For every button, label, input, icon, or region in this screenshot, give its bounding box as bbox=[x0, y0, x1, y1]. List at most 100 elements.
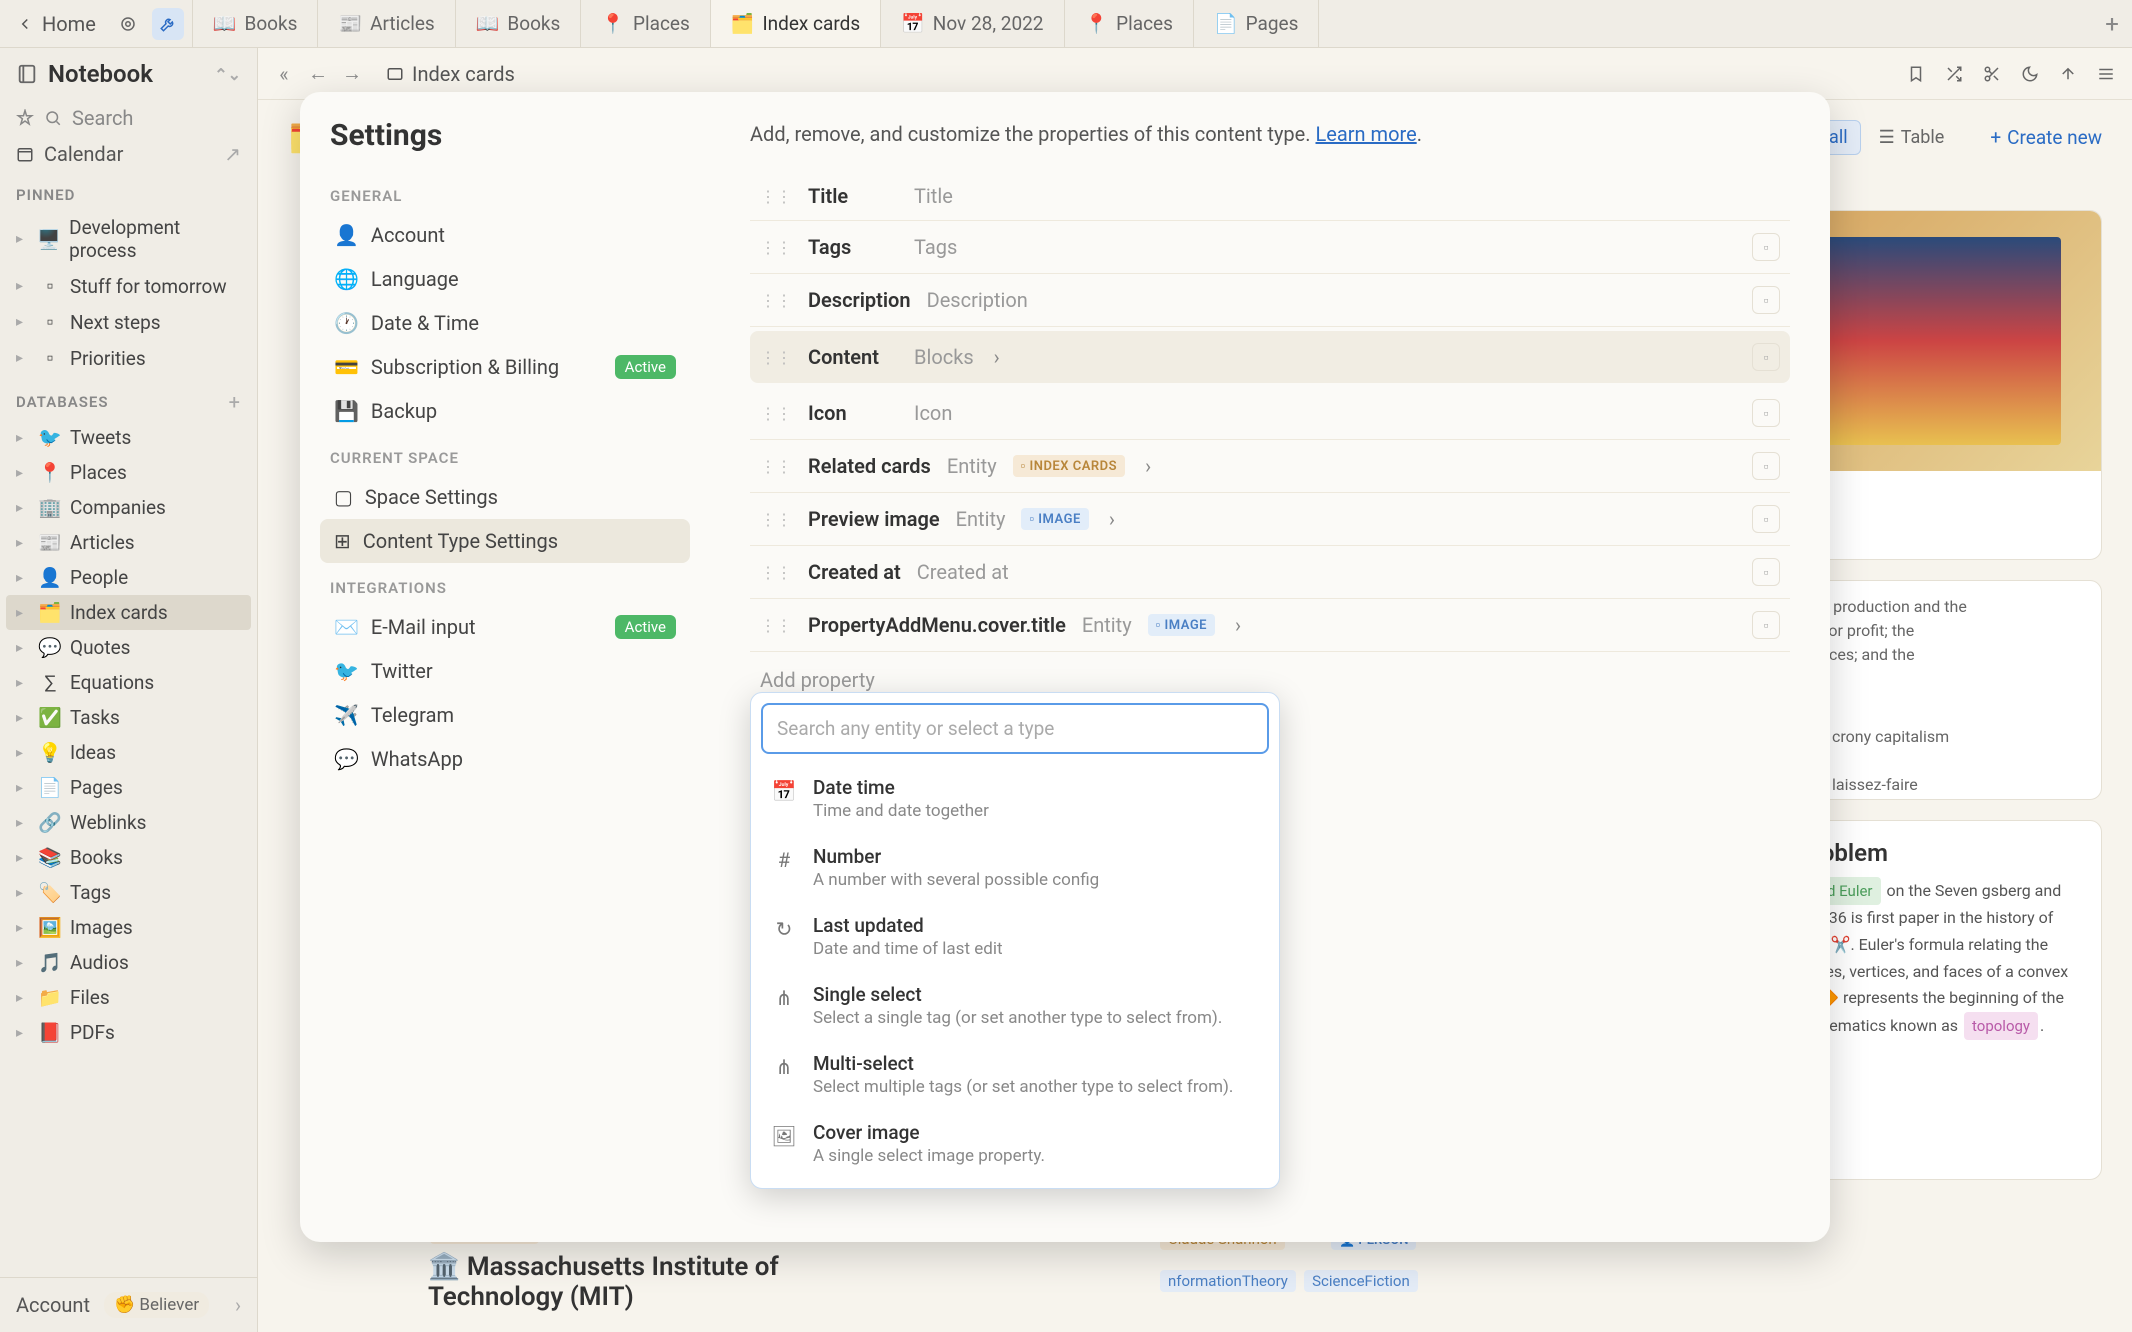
dropdown-item-single-select[interactable]: ⋔ Single select Select a single tag (or … bbox=[761, 971, 1269, 1040]
property-row-preview-image[interactable]: ⋮⋮ Preview image Entity▫ IMAGE›▫ bbox=[750, 493, 1790, 546]
settings-item-telegram[interactable]: ✈️Telegram bbox=[320, 693, 690, 737]
database-item-ideas[interactable]: ▸💡Ideas bbox=[0, 735, 257, 770]
drag-handle-icon[interactable]: ⋮⋮ bbox=[760, 457, 792, 476]
settings-item-date-time[interactable]: 🕐Date & Time bbox=[320, 301, 690, 345]
tab-places[interactable]: 📍Places bbox=[581, 0, 710, 47]
moon-icon[interactable] bbox=[2016, 60, 2044, 88]
drag-handle-icon[interactable]: ⋮⋮ bbox=[760, 563, 792, 582]
database-item-companies[interactable]: ▸🏢Companies bbox=[0, 490, 257, 525]
chevron-right-icon[interactable]: › bbox=[1145, 454, 1151, 478]
chevron-right-icon[interactable]: › bbox=[1109, 507, 1115, 531]
database-item-audios[interactable]: ▸🎵Audios bbox=[0, 945, 257, 980]
delete-property-button[interactable]: ▫ bbox=[1752, 452, 1780, 480]
settings-item-space-settings[interactable]: ▢Space Settings bbox=[320, 475, 690, 519]
delete-property-button[interactable]: ▫ bbox=[1752, 399, 1780, 427]
database-item-weblinks[interactable]: ▸🔗Weblinks bbox=[0, 805, 257, 840]
add-database-button[interactable]: + bbox=[229, 390, 241, 414]
collapse-icon[interactable] bbox=[2054, 60, 2082, 88]
calendar-row[interactable]: Calendar ↗ bbox=[0, 136, 257, 172]
history-back-all-button[interactable]: « bbox=[270, 60, 298, 88]
home-button[interactable]: Home bbox=[0, 12, 112, 36]
breadcrumb[interactable]: Index cards bbox=[386, 62, 515, 86]
learn-more-link[interactable]: Learn more bbox=[1316, 122, 1417, 146]
property-row-title[interactable]: ⋮⋮ Title Title bbox=[750, 172, 1790, 221]
believer-badge[interactable]: ✊ Believer bbox=[104, 1292, 209, 1318]
tab-places[interactable]: 📍Places bbox=[1065, 0, 1194, 47]
database-item-files[interactable]: ▸📁Files bbox=[0, 980, 257, 1015]
property-row-tags[interactable]: ⋮⋮ Tags Tags▫ bbox=[750, 221, 1790, 274]
bookmark-icon[interactable] bbox=[1902, 60, 1930, 88]
history-forward-button[interactable]: → bbox=[338, 60, 366, 88]
scissors-icon[interactable] bbox=[1978, 60, 2006, 88]
database-item-equations[interactable]: ▸∑Equations bbox=[0, 665, 257, 700]
pinned-item[interactable]: ▸🖥️Development process bbox=[0, 210, 257, 268]
tab-articles[interactable]: 📰Articles bbox=[318, 0, 455, 47]
expand-icon[interactable]: ⌃⌄ bbox=[214, 65, 241, 84]
drag-handle-icon[interactable]: ⋮⋮ bbox=[760, 616, 792, 635]
pin-icon-button[interactable] bbox=[112, 8, 144, 40]
database-item-images[interactable]: ▸🖼️Images bbox=[0, 910, 257, 945]
mit-title[interactable]: 🏛️ Massachusetts Institute of Technology… bbox=[428, 1252, 828, 1312]
database-item-people[interactable]: ▸👤People bbox=[0, 560, 257, 595]
tab-books[interactable]: 📖Books bbox=[456, 0, 582, 47]
property-row-description[interactable]: ⋮⋮ Description Description▫ bbox=[750, 274, 1790, 327]
database-item-places[interactable]: ▸📍Places bbox=[0, 455, 257, 490]
settings-item-content-type-settings[interactable]: ⊞Content Type Settings bbox=[320, 519, 690, 563]
drag-handle-icon[interactable]: ⋮⋮ bbox=[760, 187, 792, 206]
delete-property-button[interactable]: ▫ bbox=[1752, 233, 1780, 261]
database-item-pdfs[interactable]: ▸📕PDFs bbox=[0, 1015, 257, 1050]
search-row[interactable]: Search bbox=[0, 100, 257, 136]
drag-handle-icon[interactable]: ⋮⋮ bbox=[760, 404, 792, 423]
settings-item-whatsapp[interactable]: 💬WhatsApp bbox=[320, 737, 690, 781]
tab-nov-28,-2022[interactable]: 📅Nov 28, 2022 bbox=[881, 0, 1064, 47]
drag-handle-icon[interactable]: ⋮⋮ bbox=[760, 238, 792, 257]
database-item-pages[interactable]: ▸📄Pages bbox=[0, 770, 257, 805]
sidebar-footer[interactable]: Account ✊ Believer › bbox=[0, 1277, 257, 1332]
view-tab-table[interactable]: ☰Table bbox=[1867, 121, 1957, 154]
dropdown-search-input[interactable] bbox=[761, 703, 1269, 754]
tab-pages[interactable]: 📄Pages bbox=[1194, 0, 1319, 47]
history-back-button[interactable]: ← bbox=[304, 60, 332, 88]
tab-books[interactable]: 📖Books bbox=[193, 0, 319, 47]
property-row-content[interactable]: ⋮⋮ Content Blocks›▫ bbox=[750, 331, 1790, 383]
delete-property-button[interactable]: ▫ bbox=[1752, 505, 1780, 533]
drag-handle-icon[interactable]: ⋮⋮ bbox=[760, 348, 792, 367]
add-tab-button[interactable]: + bbox=[2092, 10, 2132, 38]
database-item-tasks[interactable]: ▸✅Tasks bbox=[0, 700, 257, 735]
pinned-item[interactable]: ▸▫Next steps bbox=[0, 304, 257, 340]
database-item-books[interactable]: ▸📚Books bbox=[0, 840, 257, 875]
drag-handle-icon[interactable]: ⋮⋮ bbox=[760, 510, 792, 529]
property-row-related-cards[interactable]: ⋮⋮ Related cards Entity▫ INDEX CARDS›▫ bbox=[750, 440, 1790, 493]
wrench-icon-button[interactable] bbox=[152, 8, 184, 40]
dropdown-item-date-time[interactable]: 📅 Date time Time and date together bbox=[761, 764, 1269, 833]
database-item-tags[interactable]: ▸🏷️Tags bbox=[0, 875, 257, 910]
settings-item-twitter[interactable]: 🐦Twitter bbox=[320, 649, 690, 693]
chevron-right-icon[interactable]: › bbox=[1235, 613, 1241, 637]
delete-property-button[interactable]: ▫ bbox=[1752, 558, 1780, 586]
delete-property-button[interactable]: ▫ bbox=[1752, 343, 1780, 371]
dropdown-item-multi-select[interactable]: ⋔ Multi-select Select multiple tags (or … bbox=[761, 1040, 1269, 1109]
dropdown-item-cover-image[interactable]: 🖼 Cover image A single select image prop… bbox=[761, 1109, 1269, 1178]
pinned-item[interactable]: ▸▫Priorities bbox=[0, 340, 257, 376]
property-row-icon[interactable]: ⋮⋮ Icon Icon▫ bbox=[750, 387, 1790, 440]
settings-item-backup[interactable]: 💾Backup bbox=[320, 389, 690, 433]
property-row-created-at[interactable]: ⋮⋮ Created at Created at▫ bbox=[750, 546, 1790, 599]
menu-icon[interactable] bbox=[2092, 60, 2120, 88]
account-link[interactable]: Account bbox=[16, 1293, 90, 1317]
settings-item-language[interactable]: 🌐Language bbox=[320, 257, 690, 301]
create-new-button[interactable]: + Create new bbox=[1990, 126, 2102, 149]
settings-item-e-mail-input[interactable]: ✉️E-Mail inputActive bbox=[320, 605, 690, 649]
database-item-index-cards[interactable]: ▸🗂️Index cards bbox=[6, 595, 251, 630]
database-item-tweets[interactable]: ▸🐦Tweets bbox=[0, 420, 257, 455]
database-item-quotes[interactable]: ▸💬Quotes bbox=[0, 630, 257, 665]
workspace-header[interactable]: Notebook ⌃⌄ bbox=[0, 48, 257, 100]
database-item-articles[interactable]: ▸📰Articles bbox=[0, 525, 257, 560]
property-row-propertyaddmenu-cover-title[interactable]: ⋮⋮ PropertyAddMenu.cover.title Entity▫ I… bbox=[750, 599, 1790, 652]
dropdown-item-number[interactable]: # Number A number with several possible … bbox=[761, 833, 1269, 902]
dropdown-item-last-updated[interactable]: ↻ Last updated Date and time of last edi… bbox=[761, 902, 1269, 971]
drag-handle-icon[interactable]: ⋮⋮ bbox=[760, 291, 792, 310]
chevron-right-icon[interactable]: › bbox=[994, 345, 1000, 369]
settings-item-account[interactable]: 👤Account bbox=[320, 213, 690, 257]
tab-index-cards[interactable]: 🗂️Index cards bbox=[711, 0, 881, 47]
shuffle-icon[interactable] bbox=[1940, 60, 1968, 88]
